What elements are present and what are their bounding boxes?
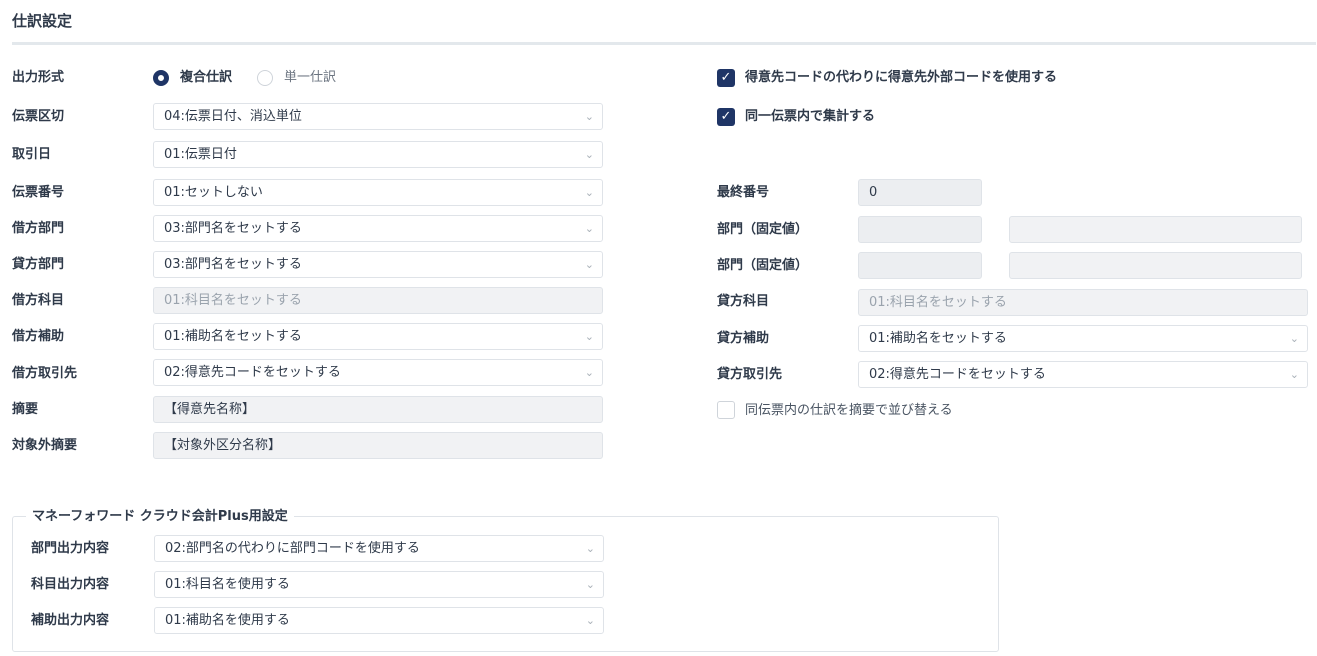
page-title: 仕訳設定 [12,12,73,30]
voucher-no-value: 01:セットしない [164,185,263,200]
dept-fixed-label-2: 部門（固定値） [717,258,809,273]
credit-sub-label: 貸方補助 [717,331,770,346]
debit-account-label: 借方科目 [12,293,65,308]
radio-compound-journal[interactable] [153,70,169,86]
last-number-value: 0 [869,185,878,200]
credit-account-label: 貸方科目 [717,294,770,309]
chevron-down-icon: ⌄ [584,110,594,123]
debit-partner-value: 02:得意先コードをセットする [164,365,341,380]
chevron-down-icon: ⌄ [584,330,594,343]
check-icon: ✓ [720,70,732,85]
excluded-memo-label: 対象外摘要 [12,438,78,453]
credit-account-select: 01:科目名をセットする [858,289,1308,316]
credit-partner-select[interactable]: 02:得意先コードをセットする ⌄ [858,361,1308,388]
excluded-memo-value: 【対象外区分名称】 [164,438,282,453]
credit-partner-value: 02:得意先コードをセットする [869,367,1046,382]
chevron-down-icon: ⌄ [584,148,594,161]
chevron-down-icon: ⌄ [584,258,594,271]
debit-sub-value: 01:補助名をセットする [164,329,302,344]
account-output-value: 01:科目名を使用する [165,577,290,592]
credit-account-value: 01:科目名をセットする [869,295,1007,310]
dept-fixed-code-input-2[interactable] [858,252,982,279]
voucher-no-label: 伝票番号 [12,185,65,200]
chevron-down-icon: ⌄ [585,578,595,591]
debit-dept-label: 借方部門 [12,221,65,236]
voucher-break-select[interactable]: 04:伝票日付、消込単位 ⌄ [153,103,603,130]
dept-output-value: 02:部門名の代わりに部門コードを使用する [165,541,420,556]
excluded-memo-field[interactable]: 【対象外区分名称】 [153,432,603,459]
debit-dept-select[interactable]: 03:部門名をセットする ⌄ [153,215,603,242]
sub-output-select[interactable]: 01:補助名を使用する ⌄ [154,607,604,634]
chevron-down-icon: ⌄ [584,186,594,199]
voucher-no-select[interactable]: 01:セットしない ⌄ [153,179,603,206]
credit-partner-label: 貸方取引先 [717,367,783,382]
credit-sub-value: 01:補助名をセットする [869,331,1007,346]
voucher-break-label: 伝票区切 [12,109,65,124]
credit-dept-select[interactable]: 03:部門名をセットする ⌄ [153,251,603,278]
aggregate-checkbox[interactable]: ✓ [717,108,735,126]
credit-dept-label: 貸方部門 [12,257,65,272]
memo-field[interactable]: 【得意先名称】 [153,396,603,423]
debit-account-select: 01:科目名をセットする [153,287,603,314]
debit-dept-value: 03:部門名をセットする [164,221,302,236]
account-output-select[interactable]: 01:科目名を使用する ⌄ [154,571,604,598]
chevron-down-icon: ⌄ [584,366,594,379]
chevron-down-icon: ⌄ [1289,332,1299,345]
dept-fixed-code-input-1[interactable] [858,216,982,243]
radio-compound-label: 複合仕訳 [180,70,233,85]
credit-sub-select[interactable]: 01:補助名をセットする ⌄ [858,325,1308,352]
check-icon: ✓ [720,109,732,124]
radio-single-label: 単一仕訳 [284,70,337,85]
use-external-code-checkbox[interactable]: ✓ [717,69,735,87]
debit-sub-label: 借方補助 [12,329,65,344]
sort-by-memo-label: 同伝票内の仕訳を摘要で並び替える [745,403,953,418]
voucher-break-value: 04:伝票日付、消込単位 [164,109,302,124]
sub-output-label: 補助出力内容 [31,613,110,628]
dept-output-label: 部門出力内容 [31,541,110,556]
dept-fixed-name-input-2[interactable] [1009,252,1302,279]
memo-value: 【得意先名称】 [164,402,256,417]
mf-settings-legend: マネーフォワード クラウド会計Plus用設定 [26,508,294,526]
use-external-code-label: 得意先コードの代わりに得意先外部コードを使用する [745,70,1058,85]
dept-output-select[interactable]: 02:部門名の代わりに部門コードを使用する ⌄ [154,535,604,562]
debit-partner-label: 借方取引先 [12,366,78,381]
debit-account-value: 01:科目名をセットする [164,293,302,308]
last-number-input[interactable]: 0 [858,179,982,206]
aggregate-label: 同一伝票内で集計する [745,109,876,124]
dept-fixed-label-1: 部門（固定値） [717,222,809,237]
output-format-label: 出力形式 [12,70,65,85]
last-number-label: 最終番号 [717,185,770,200]
account-output-label: 科目出力内容 [31,577,110,592]
chevron-down-icon: ⌄ [585,542,595,555]
trade-date-select[interactable]: 01:伝票日付 ⌄ [153,141,603,168]
trade-date-value: 01:伝票日付 [164,147,237,162]
chevron-down-icon: ⌄ [1289,368,1299,381]
chevron-down-icon: ⌄ [584,222,594,235]
dept-fixed-name-input-1[interactable] [1009,216,1302,243]
sub-output-value: 01:補助名を使用する [165,613,290,628]
trade-date-label: 取引日 [12,147,52,162]
radio-single-journal[interactable] [257,70,273,86]
title-divider [12,42,1316,45]
chevron-down-icon: ⌄ [585,614,595,627]
debit-partner-select[interactable]: 02:得意先コードをセットする ⌄ [153,359,603,386]
sort-by-memo-checkbox[interactable] [717,401,735,419]
debit-sub-select[interactable]: 01:補助名をセットする ⌄ [153,323,603,350]
memo-label: 摘要 [12,402,39,417]
credit-dept-value: 03:部門名をセットする [164,257,302,272]
